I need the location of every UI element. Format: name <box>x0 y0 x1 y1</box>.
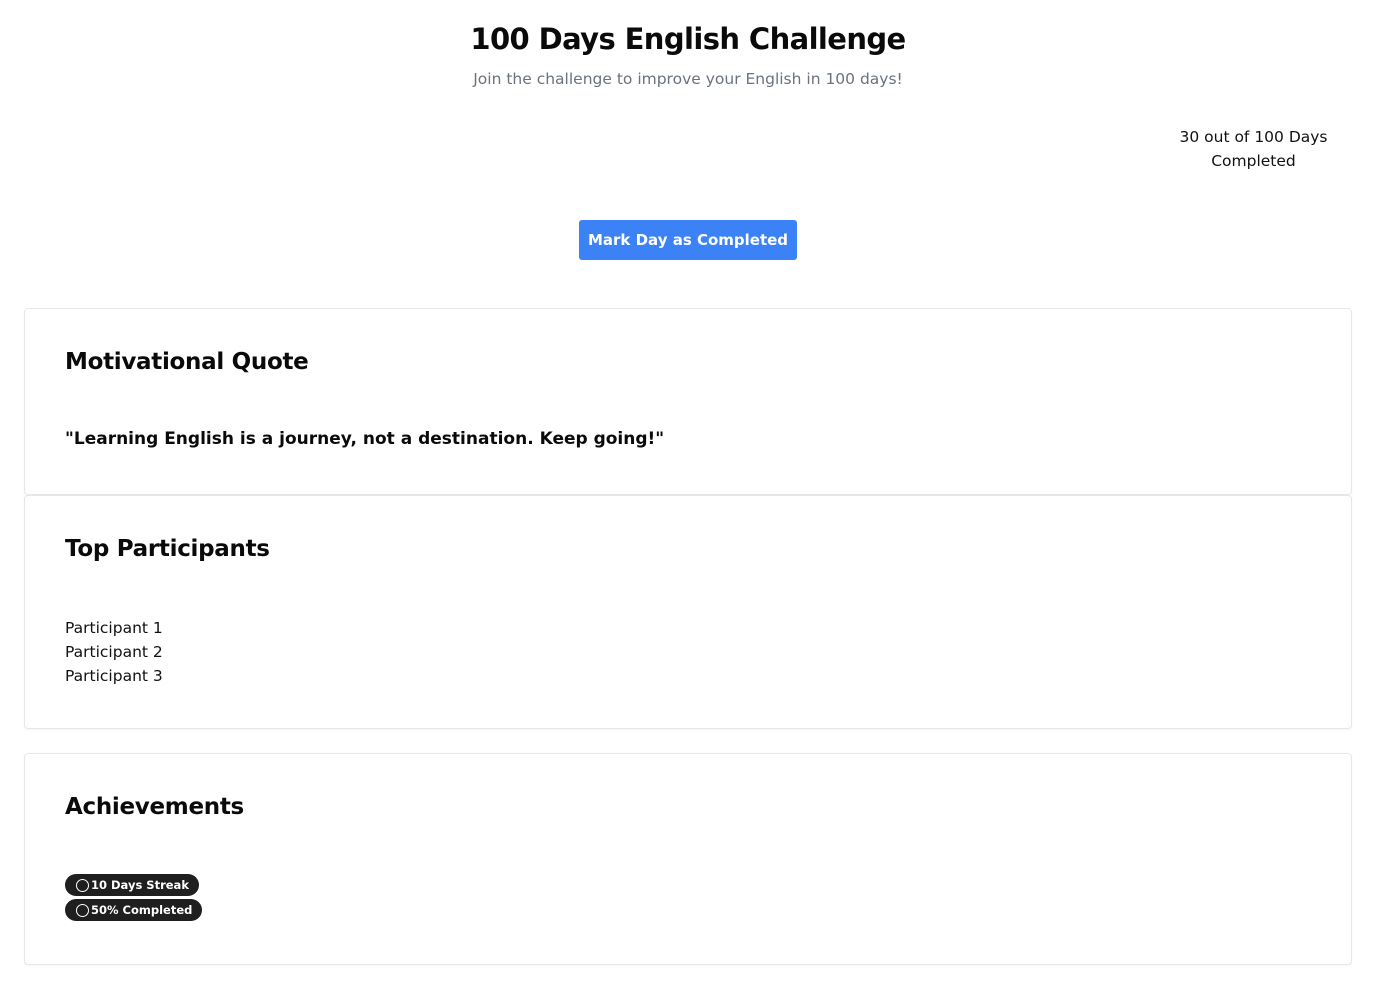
top-participants-heading: Top Participants <box>65 536 270 562</box>
circle-icon <box>76 878 89 892</box>
page-subtitle: Join the challenge to improve your Engli… <box>473 70 903 88</box>
page-title: 100 Days English Challenge <box>470 22 906 56</box>
mark-day-completed-button[interactable]: Mark Day as Completed <box>579 220 797 260</box>
achievement-badge-label: 10 Days Streak <box>91 878 189 892</box>
achievements-heading: Achievements <box>65 794 244 820</box>
participant-item: Participant 1 <box>65 619 163 637</box>
circle-icon <box>76 903 89 917</box>
achievement-badge: 50% Completed <box>65 899 203 921</box>
badge-list: 10 Days Streak 50% Completed <box>65 874 203 921</box>
top-participants-card: Top Participants Participant 1 Participa… <box>24 495 1352 729</box>
quote-text: "Learning English is a journey, not a de… <box>65 429 665 449</box>
motivational-quote-card: Motivational Quote "Learning English is … <box>24 308 1352 495</box>
motivational-quote-heading: Motivational Quote <box>65 349 309 375</box>
challenge-page: 100 Days English Challenge Join the chal… <box>0 0 1376 989</box>
participant-item: Participant 3 <box>65 667 163 685</box>
achievements-card: Achievements 10 Days Streak 50% Complete… <box>24 753 1352 965</box>
achievement-badge-label: 50% Completed <box>91 903 193 917</box>
achievement-badge: 10 Days Streak <box>65 874 199 896</box>
progress-status: 30 out of 100 Days Completed <box>1179 128 1328 170</box>
participant-item: Participant 2 <box>65 643 163 661</box>
participant-list: Participant 1 Participant 2 Participant … <box>65 616 163 688</box>
